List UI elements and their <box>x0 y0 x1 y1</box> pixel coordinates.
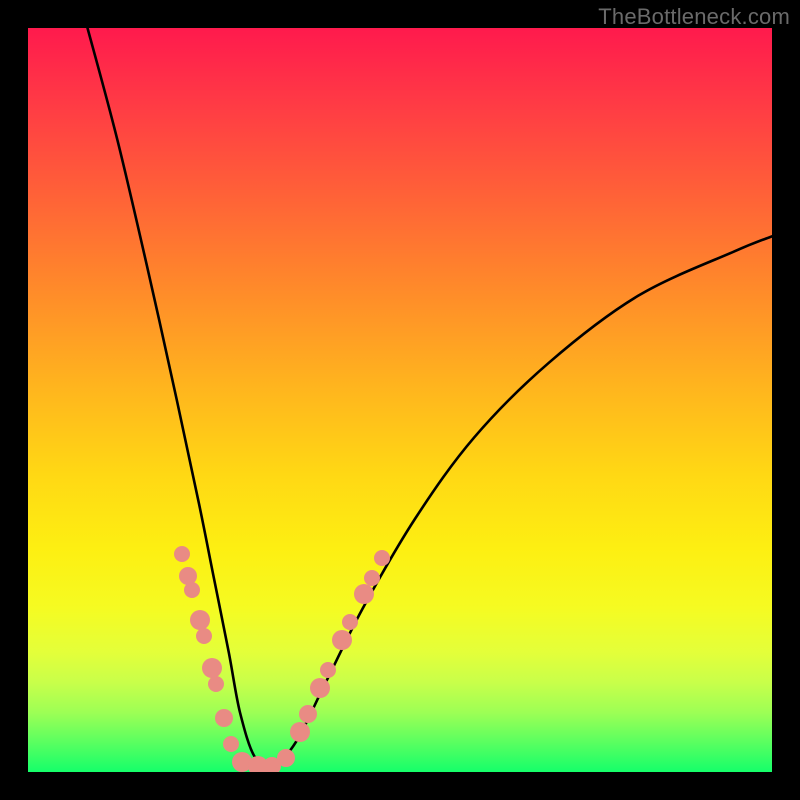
data-marker <box>364 570 380 586</box>
data-marker <box>277 749 295 767</box>
curve-line-group <box>88 28 773 766</box>
chart-frame: TheBottleneck.com <box>0 0 800 800</box>
data-marker <box>354 584 374 604</box>
data-marker <box>320 662 336 678</box>
plot-area <box>28 28 772 772</box>
data-marker <box>332 630 352 650</box>
data-marker <box>179 567 197 585</box>
data-marker <box>223 736 239 752</box>
data-marker <box>184 582 200 598</box>
data-marker <box>190 610 210 630</box>
data-marker <box>202 658 222 678</box>
data-marker <box>215 709 233 727</box>
curve-svg <box>28 28 772 772</box>
data-marker <box>208 676 224 692</box>
data-marker <box>310 678 330 698</box>
data-marker <box>174 546 190 562</box>
marker-group <box>174 546 390 772</box>
bottleneck-curve <box>88 28 773 766</box>
data-marker <box>342 614 358 630</box>
watermark-text: TheBottleneck.com <box>598 4 790 30</box>
data-marker <box>374 550 390 566</box>
data-marker <box>299 705 317 723</box>
data-marker <box>196 628 212 644</box>
data-marker <box>290 722 310 742</box>
